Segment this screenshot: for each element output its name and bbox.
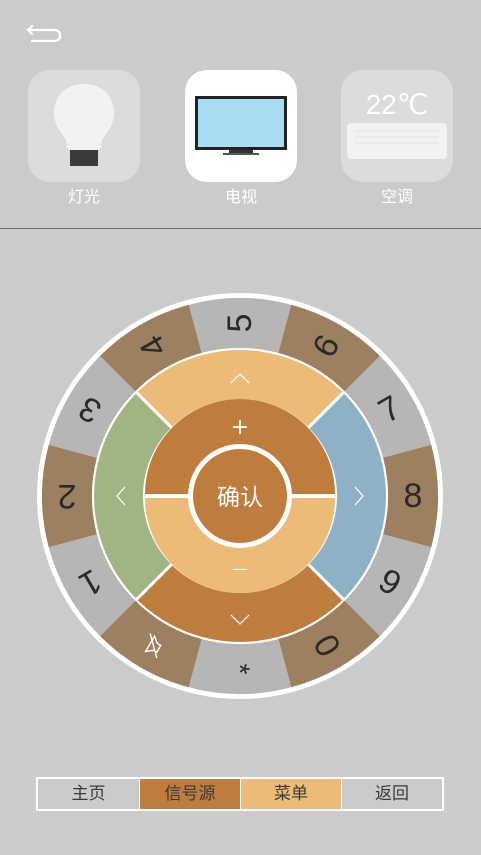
digit-label: 8: [404, 477, 423, 515]
ok-label: 确认: [217, 485, 263, 511]
digit-label: 2: [58, 477, 77, 515]
volume-up-label: +: [231, 415, 249, 440]
tab-menu[interactable]: 菜单: [241, 779, 341, 809]
remote-dial: 567890*1234 确认 + —: [37, 293, 443, 699]
tv-icon: [195, 96, 287, 155]
back-arrow-icon[interactable]: [26, 22, 64, 46]
section-divider: [0, 228, 481, 229]
digit-label: 5: [221, 314, 259, 333]
tab-source[interactable]: 信号源: [140, 779, 240, 809]
tv-label: 电视: [224, 187, 257, 206]
ac-label: 空调: [380, 187, 413, 206]
air-conditioner-icon: [347, 123, 447, 159]
bottom-tab-bar: 主页 信号源 菜单 返回: [36, 777, 444, 811]
light-bulb-icon: [54, 84, 114, 166]
ac-device-button[interactable]: 22℃: [341, 70, 453, 182]
tab-home[interactable]: 主页: [38, 779, 139, 809]
tv-device-button[interactable]: [185, 70, 297, 182]
light-label: 灯光: [67, 187, 100, 206]
digit-label: *: [225, 664, 256, 675]
light-device-button[interactable]: [28, 70, 140, 182]
tab-back[interactable]: 返回: [342, 779, 442, 809]
volume-down-label: —: [232, 559, 248, 578]
